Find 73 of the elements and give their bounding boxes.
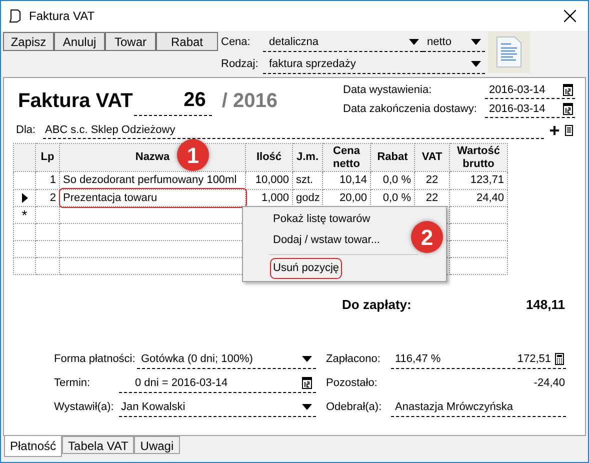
new-row-marker: * bbox=[14, 206, 36, 224]
table-cell: 22 bbox=[414, 172, 450, 189]
toolbar-button[interactable]: Anuluj bbox=[54, 32, 105, 51]
payment-method-select[interactable]: Gotówka (0 dni; 100%) bbox=[137, 350, 316, 368]
dropdown-caret-icon[interactable] bbox=[471, 39, 481, 45]
due-field[interactable]: 0 dni = 2016-03-14 bbox=[119, 374, 316, 392]
invoice-year: / 2016 bbox=[222, 89, 278, 114]
kind-select[interactable]: faktura sprzedaży bbox=[263, 56, 485, 74]
column-header: J.m. bbox=[292, 144, 322, 172]
table-cell: 10,14 bbox=[322, 172, 370, 189]
invoice-number: 26 bbox=[134, 85, 212, 116]
document-icon[interactable] bbox=[496, 36, 522, 68]
list-icon[interactable] bbox=[565, 125, 573, 136]
price-select[interactable]: detaliczna bbox=[263, 34, 423, 52]
tab[interactable]: Płatność bbox=[4, 436, 62, 457]
receiver-field[interactable]: Anastazja Mrówczyńska bbox=[391, 398, 566, 416]
dropdown-caret-icon[interactable] bbox=[409, 39, 419, 45]
window-title: Faktura VAT bbox=[29, 8, 95, 25]
column-header: Lp bbox=[36, 144, 60, 172]
due-label: Termin: bbox=[54, 376, 92, 392]
calculator-icon[interactable] bbox=[555, 353, 564, 365]
column-header: VAT bbox=[414, 144, 450, 172]
toolbar-button[interactable]: Towar bbox=[105, 32, 156, 51]
total-value: 148,11 bbox=[526, 296, 565, 314]
column-header: Wartość brutto bbox=[450, 144, 508, 172]
invoice-title: Faktura VAT bbox=[18, 89, 133, 114]
remaining-label: Pozostało: bbox=[326, 376, 378, 392]
issue-date-field[interactable]: 2016-03-14 bbox=[485, 82, 575, 99]
kind-label: Rodzaj: bbox=[221, 57, 260, 72]
column-header: Cena netto bbox=[322, 144, 370, 172]
issuer-select[interactable]: Jan Kowalski bbox=[119, 398, 316, 416]
table-cell: 24,40 bbox=[450, 189, 508, 206]
column-header: Rabat bbox=[370, 144, 414, 172]
add-icon[interactable] bbox=[550, 126, 559, 135]
delivery-date-label: Data zakończenia dostawy: bbox=[343, 102, 478, 118]
paid-field[interactable]: 116,47 % 172,51 bbox=[391, 350, 566, 368]
price-label: Cena: bbox=[221, 35, 252, 50]
issue-date-label: Data wystawienia: bbox=[343, 83, 433, 98]
table-cell: 10,000 bbox=[246, 172, 292, 189]
calendar-icon[interactable] bbox=[563, 84, 573, 96]
dropdown-caret-icon[interactable] bbox=[302, 356, 312, 362]
app-icon bbox=[9, 9, 21, 23]
tab[interactable]: Tabela VAT bbox=[62, 436, 134, 454]
remaining-value: -24,40 bbox=[534, 376, 566, 392]
current-row-icon bbox=[22, 192, 28, 203]
menu-item[interactable]: Usuń pozycję bbox=[271, 259, 342, 278]
receiver-label: Odebrał(a): bbox=[326, 400, 383, 416]
paid-amount: 172,51 bbox=[517, 352, 551, 367]
menu-item[interactable]: Pokaż listę towarów bbox=[271, 210, 372, 229]
toolbar-button[interactable]: Zapisz bbox=[3, 32, 54, 51]
tab[interactable]: Uwagi bbox=[134, 436, 180, 454]
dropdown-caret-icon[interactable] bbox=[302, 404, 312, 410]
toolbar-button[interactable]: Rabat bbox=[156, 32, 218, 51]
payment-method-label: Forma płatności: bbox=[54, 352, 136, 368]
calendar-icon[interactable] bbox=[302, 377, 312, 389]
table-cell: 123,71 bbox=[450, 172, 508, 189]
menu-item[interactable]: Dodaj / wstaw towar... bbox=[271, 231, 382, 250]
buyer-field[interactable]: ABC s.c. Sklep Odzieżowy bbox=[43, 122, 544, 139]
table-cell: 1 bbox=[36, 172, 60, 189]
table-cell: 0,0 % bbox=[370, 172, 414, 189]
buyer-label: Dla: bbox=[16, 123, 37, 138]
table-cell: szt. bbox=[292, 172, 322, 189]
calendar-icon[interactable] bbox=[563, 103, 573, 115]
delivery-date-field[interactable]: 2016-03-14 bbox=[485, 101, 575, 118]
table-cell[interactable]: Prezentacja towaru bbox=[60, 189, 246, 206]
total-label: Do zapłaty: bbox=[342, 296, 412, 314]
close-icon[interactable] bbox=[564, 10, 576, 22]
dropdown-caret-icon[interactable] bbox=[471, 61, 481, 67]
paid-label: Zapłacono: bbox=[326, 352, 382, 368]
table-cell[interactable]: So dezodorant perfumowany 100ml bbox=[60, 172, 246, 189]
price-mode-select[interactable]: netto bbox=[423, 34, 485, 52]
column-header: Ilość bbox=[246, 144, 292, 172]
issuer-label: Wystawił(a): bbox=[54, 400, 115, 416]
